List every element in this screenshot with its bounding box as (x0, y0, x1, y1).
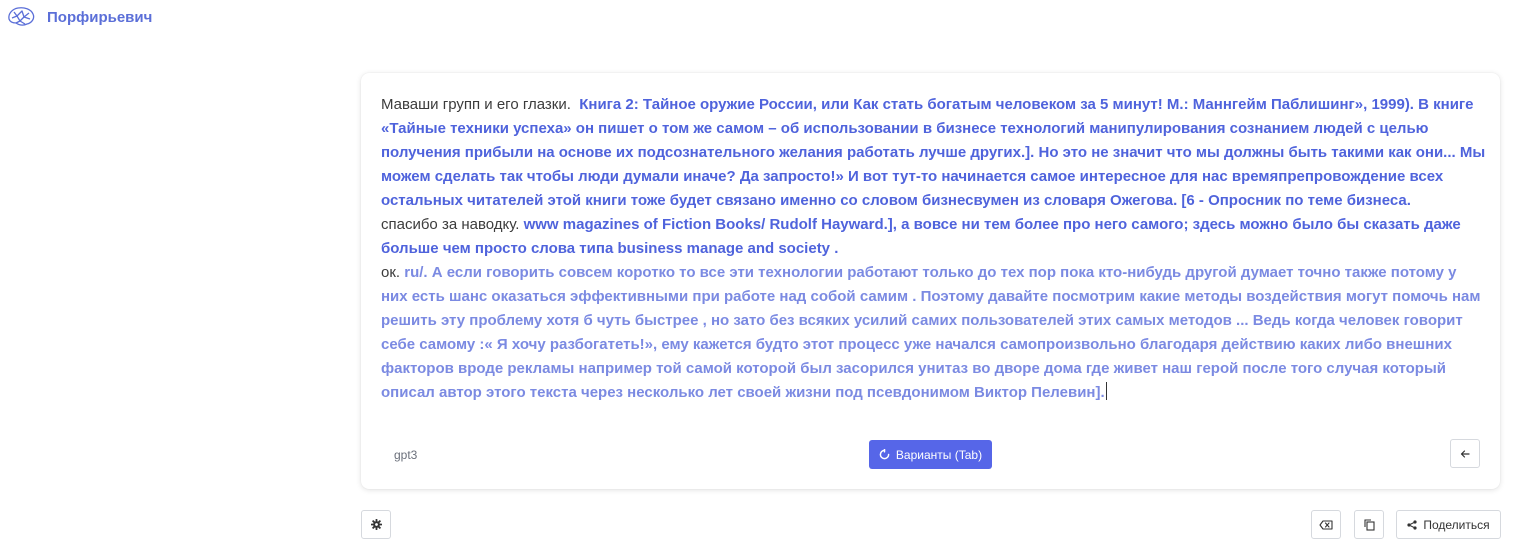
share-button[interactable]: Поделиться (1396, 510, 1501, 539)
model-label: gpt3 (394, 448, 418, 462)
prompt-text: ок. (381, 264, 401, 281)
text-caret (1105, 382, 1107, 400)
variants-button[interactable]: Варианты (Tab) (869, 440, 992, 469)
paragraph: спасибо за наводку. www magazines of Fic… (381, 213, 1486, 261)
app-title[interactable]: Порфирьевич (47, 9, 152, 26)
header: Порфирьевич (0, 0, 400, 36)
editor-card: Маваши групп и его глазки. Книга 2: Тайн… (361, 73, 1500, 489)
share-button-label: Поделиться (1423, 517, 1490, 532)
undo-button[interactable] (1450, 439, 1480, 468)
brain-icon (8, 7, 35, 26)
backspace-icon (1319, 519, 1333, 530)
gear-icon (370, 519, 382, 530)
paragraph: Маваши групп и его глазки. Книга 2: Тайн… (381, 93, 1486, 213)
variants-button-label: Варианты (Tab) (895, 447, 983, 462)
generated-text: www magazines of Fiction Books/ Rudolf H… (381, 216, 1461, 257)
prompt-text: спасибо за наводку. (381, 216, 520, 233)
share-icon (1407, 519, 1417, 530)
editor-text[interactable]: Маваши групп и его глазки. Книга 2: Тайн… (381, 93, 1486, 405)
copy-button[interactable] (1354, 510, 1384, 539)
refresh-icon (879, 449, 890, 460)
arrow-left-icon (1460, 449, 1470, 458)
generated-text-latest: ru/. А если говорить совсем коротко то в… (381, 264, 1481, 401)
prompt-text: Маваши групп и его глазки. (381, 96, 571, 113)
paragraph: ок. ru/. А если говорить совсем коротко … (381, 261, 1486, 405)
clear-button[interactable] (1311, 510, 1341, 539)
copy-icon (1363, 518, 1375, 531)
settings-button[interactable] (361, 510, 391, 539)
